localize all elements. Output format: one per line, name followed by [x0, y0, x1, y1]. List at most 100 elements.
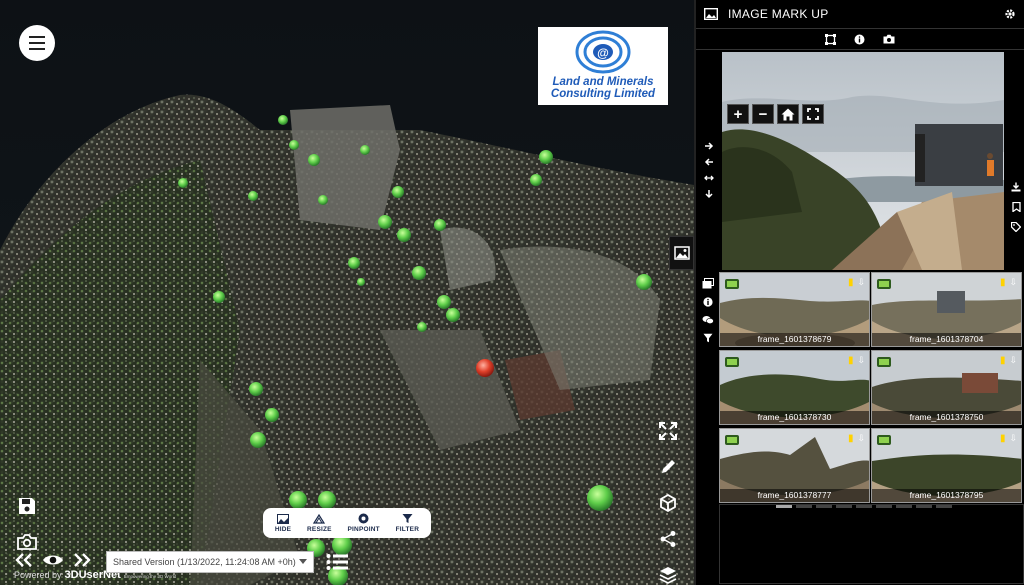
resize-label: RESIZE [307, 525, 332, 533]
marker-list-button[interactable] [324, 550, 350, 574]
frame-label: frame_1601378777 [720, 489, 869, 502]
arrow-left-icon[interactable] [704, 157, 714, 167]
bookmark-icon[interactable]: ▮ [1000, 277, 1006, 288]
logo-line-1: Land and Minerals [552, 76, 654, 88]
model-view-button[interactable] [655, 490, 681, 516]
panel-tabs [696, 28, 1024, 50]
bookmark-icon[interactable]: ▮ [848, 355, 854, 366]
bookmark-icon[interactable]: ▮ [848, 277, 854, 288]
pinpoint-label: PINPOINT [347, 526, 380, 533]
bookmark-icon[interactable]: ▮ [848, 433, 854, 444]
frame-select-icon[interactable] [825, 33, 836, 45]
logo-emblem: @ [575, 30, 631, 74]
download-icon[interactable]: ⇩ [857, 433, 865, 444]
pinpoint-icon [358, 513, 369, 524]
viewport-side-toolbar [652, 418, 684, 585]
layers-icon [659, 567, 677, 584]
current-photo [722, 52, 1004, 270]
camera-icon[interactable] [883, 34, 895, 44]
download-icon[interactable]: ⇩ [857, 277, 865, 288]
layers-button[interactable] [655, 562, 681, 585]
home-icon [781, 108, 795, 120]
zoom-out-button[interactable]: − [752, 104, 774, 124]
list-icon [326, 554, 348, 570]
home-button[interactable] [777, 104, 799, 124]
frame-thumbnail[interactable]: ▮ ⇩ frame_1601378730 [719, 350, 870, 425]
panel-header: IMAGE MARK UP [696, 0, 1024, 28]
frame-marker-badge [877, 357, 891, 367]
pencil-icon [662, 460, 675, 473]
filter-icon [402, 514, 413, 523]
edit-button[interactable] [655, 454, 681, 480]
frame-label: frame_1601378750 [872, 411, 1021, 424]
powered-by-prefix: Powered by [14, 570, 62, 580]
powered-by-tagline: Empowering the 3D World [123, 574, 177, 579]
frame-thumbnail[interactable]: ▮ ⇩ frame_1601378704 [871, 272, 1022, 347]
download-icon[interactable]: ⇩ [1009, 277, 1017, 288]
download-icon[interactable] [1011, 182, 1021, 192]
info-icon[interactable] [703, 297, 713, 307]
frame-thumbnail[interactable]: ▮ ⇩ frame_1601378679 [719, 272, 870, 347]
comments-icon[interactable] [702, 315, 714, 325]
gear-icon[interactable] [1004, 8, 1016, 20]
frames-grid: ▮ ⇩ frame_1601378679 ▮ ⇩ frame_1601378704 [719, 272, 1024, 503]
frame-thumbnail[interactable]: ▮ ⇩ frame_1601378777 [719, 428, 870, 503]
gallery-icon[interactable] [702, 278, 714, 289]
download-icon[interactable]: ⇩ [857, 355, 865, 366]
fit-image-button[interactable] [802, 104, 824, 124]
point-cloud-viewport[interactable]: @ Land and Minerals Consulting Limited H… [0, 0, 694, 585]
image-icon [704, 8, 718, 20]
viewport-left-toolbar [14, 493, 40, 555]
current-image[interactable] [722, 52, 1004, 270]
bookmark-icon[interactable]: ▮ [1000, 355, 1006, 366]
frames-side-controls [700, 278, 716, 343]
version-select[interactable]: Shared Version (1/13/2022, 11:24:08 AM +… [106, 551, 314, 573]
company-logo: @ Land and Minerals Consulting Limited [538, 27, 668, 105]
hide-button[interactable]: HIDE [274, 513, 292, 533]
frames-empty-area [719, 504, 1024, 584]
bookmark-icon[interactable]: ▮ [1000, 433, 1006, 444]
frame-thumbnail[interactable]: ▮ ⇩ frame_1601378750 [871, 350, 1022, 425]
camera-icon [17, 534, 37, 550]
viewer-nav-controls [696, 50, 722, 272]
previous-double-chevron-icon[interactable] [14, 553, 34, 567]
download-icon[interactable]: ⇩ [1009, 355, 1017, 366]
viewpoint-navigation [14, 553, 92, 567]
next-double-chevron-icon[interactable] [72, 553, 92, 567]
tag-icon[interactable] [1011, 222, 1021, 232]
hide-label: HIDE [274, 525, 292, 533]
image-panel-toggle-button[interactable] [669, 236, 694, 270]
frame-thumbnail[interactable]: ▮ ⇩ frame_1601378795 [871, 428, 1022, 503]
svg-text:@: @ [597, 46, 609, 60]
frame-marker-badge [877, 279, 891, 289]
info-icon[interactable] [854, 34, 865, 45]
frame-label: frame_1601378704 [872, 333, 1021, 346]
save-button[interactable] [14, 493, 40, 519]
eye-icon[interactable] [42, 553, 64, 567]
image-icon [673, 246, 690, 260]
main-menu-button[interactable] [19, 25, 55, 61]
screenshot-button[interactable] [14, 529, 40, 555]
bookmark-icon[interactable] [1011, 202, 1021, 212]
arrows-horizontal-icon[interactable] [704, 173, 714, 183]
save-icon [19, 498, 35, 514]
filter-button[interactable]: FILTER [396, 513, 419, 533]
share-button[interactable] [655, 526, 681, 552]
filter-icon[interactable] [703, 333, 713, 343]
arrow-right-icon[interactable] [704, 141, 714, 151]
download-icon[interactable]: ⇩ [1009, 433, 1017, 444]
frame-marker-badge [725, 357, 739, 367]
frame-marker-badge [725, 279, 739, 289]
chevron-down-icon [299, 559, 307, 564]
resize-button[interactable]: RESIZE [307, 513, 332, 533]
hamburger-icon [29, 36, 45, 38]
image-icon [277, 513, 290, 524]
frames-section: ▮ ⇩ frame_1601378679 ▮ ⇩ frame_1601378704 [696, 272, 1024, 585]
frame-marker-badge [725, 435, 739, 445]
arrow-down-icon[interactable] [704, 189, 714, 199]
pinpoint-button[interactable]: PINPOINT [348, 513, 380, 533]
zoom-in-button[interactable]: + [727, 104, 749, 124]
frame-marker-badge [877, 435, 891, 445]
fullscreen-button[interactable] [655, 418, 681, 444]
fullscreen-icon [807, 108, 819, 120]
